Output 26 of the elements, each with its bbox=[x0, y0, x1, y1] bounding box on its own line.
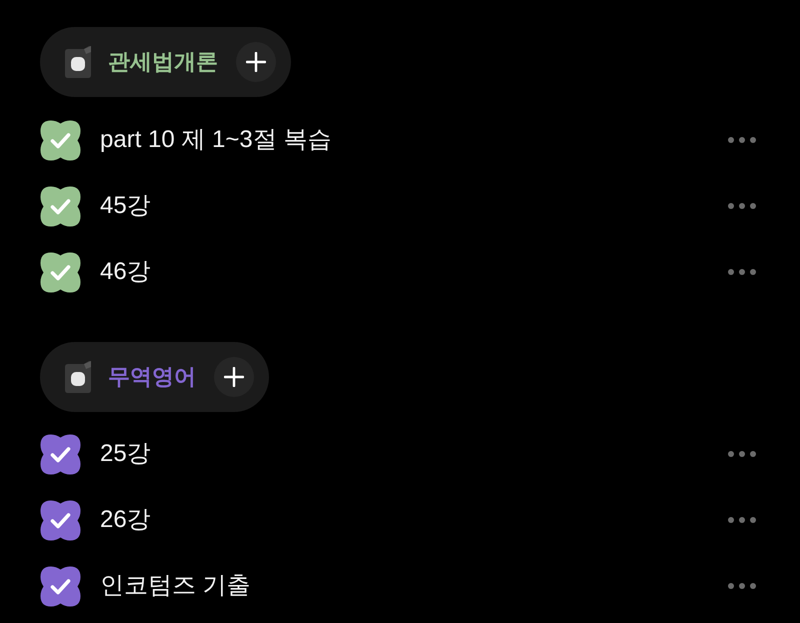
more-icon bbox=[728, 451, 756, 457]
plus-icon bbox=[224, 367, 244, 387]
plus-icon bbox=[246, 52, 266, 72]
checkbox[interactable] bbox=[40, 186, 81, 226]
folder-icon bbox=[62, 46, 94, 78]
task-title: part 10 제 1~3절 복습 bbox=[100, 126, 332, 154]
folder-icon bbox=[62, 361, 94, 393]
checkbox[interactable] bbox=[40, 566, 81, 606]
category-title: 관세법개론 bbox=[108, 51, 218, 73]
task-title: 26강 bbox=[100, 506, 151, 534]
task-title: 인코텀즈 기출 bbox=[100, 572, 251, 600]
add-button[interactable] bbox=[214, 357, 254, 397]
add-button[interactable] bbox=[236, 42, 276, 82]
checkbox[interactable] bbox=[40, 434, 81, 474]
checkbox[interactable] bbox=[40, 500, 81, 540]
task-title: 25강 bbox=[100, 440, 151, 468]
task-title: 45강 bbox=[100, 192, 151, 220]
checkbox[interactable] bbox=[40, 120, 81, 160]
more-icon bbox=[728, 137, 756, 143]
more-icon bbox=[728, 269, 756, 275]
task-title: 46강 bbox=[100, 258, 151, 286]
checkbox[interactable] bbox=[40, 252, 81, 292]
more-icon bbox=[728, 203, 756, 209]
category-title: 무역영어 bbox=[108, 366, 196, 388]
more-icon bbox=[728, 583, 756, 589]
more-icon bbox=[728, 517, 756, 523]
